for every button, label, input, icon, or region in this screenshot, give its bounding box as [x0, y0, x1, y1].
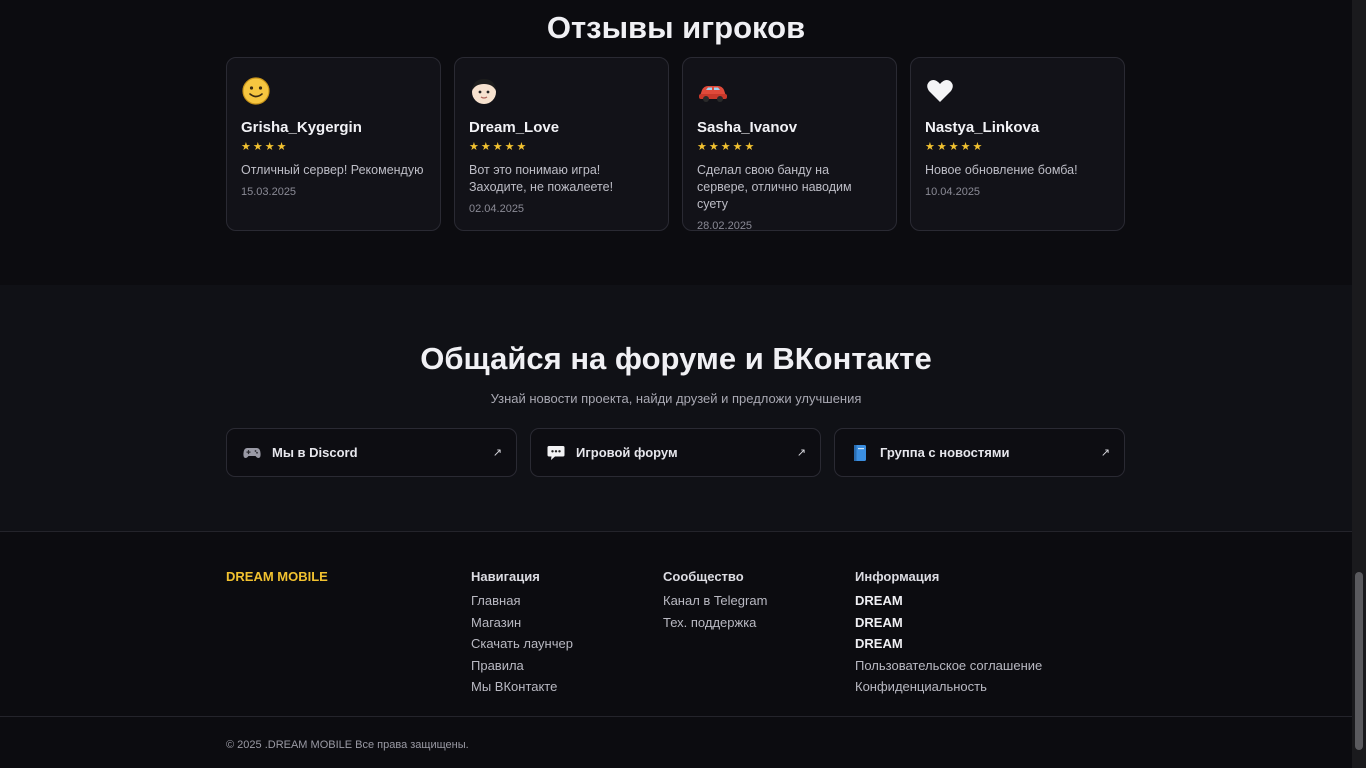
- book-icon: [850, 443, 870, 463]
- footer-link-home[interactable]: Главная: [471, 590, 573, 612]
- review-author: Sasha_Ivanov: [697, 119, 798, 136]
- footer-link-download-launcher[interactable]: Скачать лаунчер: [471, 633, 573, 655]
- footer-community-title: Сообщество: [663, 569, 744, 584]
- footer-link-shop[interactable]: Магазин: [471, 612, 573, 634]
- review-author: Grisha_Kygergin: [241, 119, 362, 136]
- footer-link-dream-2[interactable]: DREAM: [855, 612, 1042, 634]
- footer-copyright: © 2025 .DREAM MOBILE Все права защищены.: [226, 739, 469, 751]
- footer-link-vk[interactable]: Мы ВКонтакте: [471, 676, 573, 698]
- review-date: 15.03.2025: [241, 186, 297, 198]
- page: Отзывы игроков Grisha_Kygergin ★★★★ Отли…: [0, 0, 1352, 768]
- review-author: Nastya_Linkova: [925, 119, 1040, 136]
- white-heart-icon: [925, 76, 1110, 110]
- review-card: Sasha_Ivanov ★★★★★ Сделал свою банду на …: [682, 57, 897, 232]
- external-arrow-icon: ↗: [796, 447, 806, 459]
- discord-link-button[interactable]: Мы в Discord ↗: [226, 428, 517, 477]
- footer-nav-title: Навигация: [471, 569, 540, 584]
- footer-link-dream-1[interactable]: DREAM: [855, 590, 1042, 612]
- forum-link-label: Игровой форум: [576, 445, 678, 460]
- review-rating: ★★★★★: [697, 141, 757, 153]
- footer-link-telegram[interactable]: Канал в Telegram: [663, 590, 767, 612]
- community-title: Общайся на форуме и ВКонтакте: [420, 341, 932, 376]
- review-card: Nastya_Linkova ★★★★★ Новое обновление бо…: [910, 57, 1125, 231]
- review-date: 02.04.2025: [469, 203, 525, 215]
- review-text: Вот это понимаю игра! Заходите, не пожал…: [469, 163, 614, 194]
- review-author: Dream_Love: [469, 119, 560, 136]
- footer-link-support[interactable]: Тех. поддержка: [663, 612, 767, 634]
- footer-divider: [0, 716, 1352, 717]
- footer-info-title: Информация: [855, 569, 940, 584]
- gamepad-icon: [242, 443, 262, 463]
- review-rating: ★★★★★: [925, 141, 985, 153]
- smiley-face-icon: [241, 76, 426, 110]
- community-links: Мы в Discord ↗ Игровой форум ↗ Группа с …: [226, 428, 1125, 477]
- footer-link-dream-3[interactable]: DREAM: [855, 633, 1042, 655]
- external-arrow-icon: ↗: [1100, 447, 1110, 459]
- review-text: Сделал свою банду на сервере, отлично на…: [697, 163, 852, 211]
- review-date: 28.02.2025: [697, 220, 753, 232]
- news-group-link-button[interactable]: Группа с новостями ↗: [834, 428, 1125, 477]
- review-text: Новое обновление бомба!: [925, 163, 1078, 177]
- footer-link-privacy[interactable]: Конфиденциальность: [855, 676, 1042, 698]
- footer-community-column: Сообщество Канал в Telegram Тех. поддерж…: [663, 569, 767, 633]
- external-arrow-icon: ↗: [492, 447, 502, 459]
- footer-link-rules[interactable]: Правила: [471, 655, 573, 677]
- scrollbar-thumb[interactable]: [1355, 572, 1363, 750]
- community-subtitle: Узнай новости проекта, найди друзей и пр…: [490, 391, 862, 406]
- reviews-section: Отзывы игроков Grisha_Kygergin ★★★★ Отли…: [0, 0, 1352, 285]
- review-rating: ★★★★★: [469, 141, 529, 153]
- reviews-list: Grisha_Kygergin ★★★★ Отличный сервер! Ре…: [226, 57, 1125, 232]
- car-icon: [697, 76, 882, 110]
- review-date: 10.04.2025: [925, 186, 981, 198]
- footer-brand-logo[interactable]: DREAM MOBILE: [226, 569, 328, 584]
- page-scrollbar[interactable]: [1352, 0, 1366, 768]
- footer-nav-column: Навигация Главная Магазин Скачать лаунче…: [471, 569, 573, 698]
- speech-bubble-icon: [546, 443, 566, 463]
- person-face-icon: [469, 76, 654, 110]
- review-text: Отличный сервер! Рекомендую: [241, 163, 424, 177]
- reviews-title: Отзывы игроков: [546, 10, 806, 45]
- forum-link-button[interactable]: Игровой форум ↗: [530, 428, 821, 477]
- news-group-link-label: Группа с новостями: [880, 445, 1010, 460]
- review-card: Dream_Love ★★★★★ Вот это понимаю игра! З…: [454, 57, 669, 231]
- footer-link-user-agreement[interactable]: Пользовательское соглашение: [855, 655, 1042, 677]
- footer: DREAM MOBILE Навигация Главная Магазин С…: [0, 531, 1352, 768]
- footer-info-column: Информация DREAM DREAM DREAM Пользовател…: [855, 569, 1042, 698]
- review-card: Grisha_Kygergin ★★★★ Отличный сервер! Ре…: [226, 57, 441, 231]
- community-section: Общайся на форуме и ВКонтакте Узнай ново…: [0, 285, 1352, 531]
- review-rating: ★★★★: [241, 141, 289, 153]
- discord-link-label: Мы в Discord: [272, 445, 358, 460]
